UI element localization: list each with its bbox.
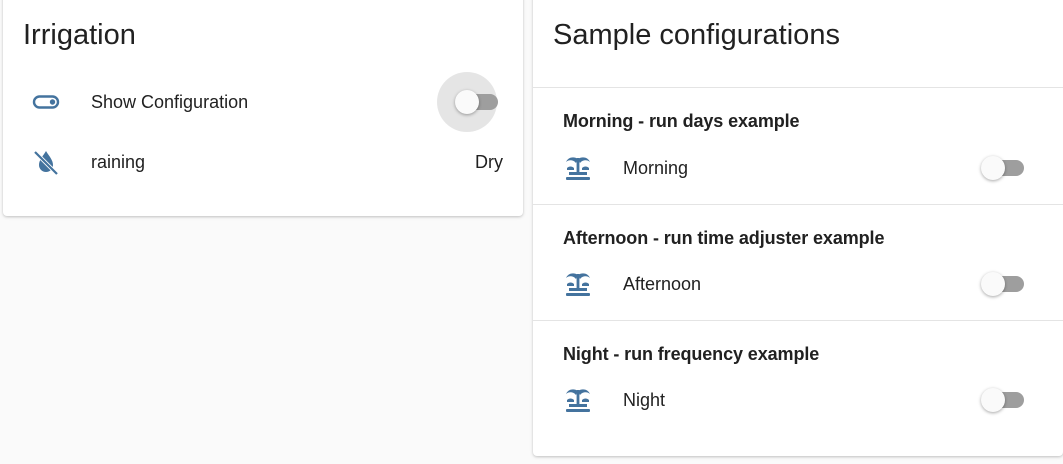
show-configuration-label: Show Configuration: [91, 92, 249, 112]
fountain-icon: [563, 153, 593, 183]
afternoon-toggle[interactable]: [981, 264, 1025, 304]
toggle-switch-outline-icon: [31, 87, 61, 117]
show-configuration-row[interactable]: Show Configuration: [31, 72, 501, 132]
night-row[interactable]: Night: [563, 380, 1033, 420]
night-toggle[interactable]: [981, 380, 1025, 420]
section-heading-night: Night - run frequency example: [563, 344, 820, 364]
divider: [533, 204, 1063, 205]
irrigation-card: Irrigation Show Configuration raining Dr…: [3, 0, 523, 216]
divider: [533, 87, 1063, 88]
night-label: Night: [623, 390, 666, 410]
morning-toggle[interactable]: [981, 148, 1025, 188]
fountain-icon: [563, 385, 593, 415]
morning-row[interactable]: Morning: [563, 148, 1033, 188]
raining-state: Dry: [475, 152, 503, 172]
toggle-thumb: [981, 272, 1005, 296]
divider: [533, 320, 1063, 321]
toggle-thumb: [981, 156, 1005, 180]
card-title: Irrigation: [23, 19, 136, 51]
raining-label: raining: [91, 152, 146, 172]
section-heading-afternoon: Afternoon - run time adjuster example: [563, 228, 885, 248]
afternoon-row[interactable]: Afternoon: [563, 264, 1033, 304]
sample-configurations-card: Sample configurations Morning - run days…: [533, 0, 1063, 456]
afternoon-label: Afternoon: [623, 274, 702, 294]
toggle-thumb: [981, 388, 1005, 412]
fountain-icon: [563, 269, 593, 299]
morning-label: Morning: [623, 158, 689, 178]
toggle-thumb: [455, 90, 479, 114]
water-off-icon: [31, 147, 61, 177]
raining-row[interactable]: raining Dry: [31, 142, 503, 182]
section-heading-morning: Morning - run days example: [563, 111, 800, 131]
card-title: Sample configurations: [553, 19, 840, 51]
show-configuration-toggle[interactable]: [437, 72, 499, 132]
